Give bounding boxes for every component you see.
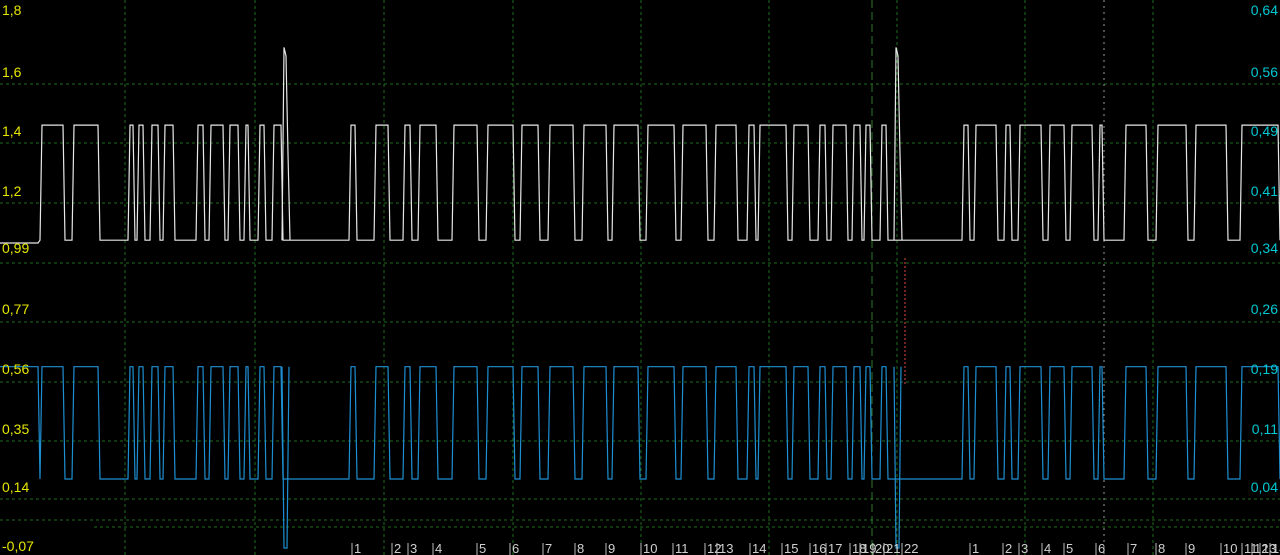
x-marker-label: 5	[479, 541, 486, 555]
right-axis-tick-label: 0,04	[1251, 479, 1278, 495]
x-marker-label: 3	[1021, 541, 1028, 555]
right-axis-tick-label: 0,49	[1251, 123, 1278, 139]
left-axis-tick-label: 0,35	[2, 421, 29, 437]
left-axis-tick-label: 1,8	[2, 2, 22, 18]
left-axis-tick-label: 1,2	[2, 183, 22, 199]
left-axis-tick-label: 1,6	[2, 64, 22, 80]
x-marker-label: 9	[1188, 541, 1195, 555]
right-axis-tick-label: 0,34	[1251, 240, 1278, 256]
right-axis: 0,64 0,56 0,49 0,41 0,34 0,26 0,19 0,11 0,04	[1251, 2, 1278, 495]
x-marker-label: 15	[784, 541, 798, 555]
x-marker-label: 1	[354, 541, 361, 555]
x-marker-label: 17	[828, 541, 842, 555]
oscilloscope-chart: 1,8 1,6 1,4 1,2 0,99 0,77 0,56 0,35 0,14 -0,07 0,…	[0, 0, 1280, 555]
x-marker-label: 16	[812, 541, 826, 555]
x-marker-label: 7	[545, 541, 552, 555]
x-marker-label: 14	[1272, 541, 1280, 555]
x-marker-label: 4	[435, 541, 442, 555]
left-axis-tick-label: 0,99	[2, 240, 29, 256]
right-axis-tick-label: 0,11	[1252, 421, 1278, 437]
x-marker-label: 7	[1130, 541, 1137, 555]
x-marker-label: 1	[972, 541, 979, 555]
x-marker-label: 8	[577, 541, 584, 555]
x-marker-label: 14	[752, 541, 766, 555]
right-axis-tick-label: 0,26	[1251, 301, 1278, 317]
left-axis-tick-label: 0,77	[2, 301, 29, 317]
x-marker-label: 5	[1066, 541, 1073, 555]
left-axis-tick-label: 0,56	[2, 361, 29, 377]
x-marker-label: 6	[1098, 541, 1105, 555]
right-axis-tick-label: 0,41	[1251, 183, 1278, 199]
x-marker-label: 6	[512, 541, 519, 555]
x-marker-label: 8	[1158, 541, 1165, 555]
x-marker-label: 21	[886, 541, 900, 555]
x-marker-label: 10	[1223, 541, 1237, 555]
right-axis-tick-label: 0,64	[1251, 2, 1278, 18]
x-marker-label: 2	[1005, 541, 1012, 555]
left-axis-tick-label: 1,4	[2, 123, 22, 139]
x-marker-label: 4	[1044, 541, 1051, 555]
right-axis-tick-label: 0,19	[1251, 361, 1278, 377]
left-axis-tick-label: -0,07	[2, 538, 34, 554]
x-marker-label: 22	[904, 541, 918, 555]
x-marker-label: 2	[394, 541, 401, 555]
x-marker-label: 3	[410, 541, 417, 555]
left-axis-tick-label: 0,14	[2, 479, 29, 495]
x-marker-label: 9	[608, 541, 615, 555]
x-marker-label: 11	[675, 541, 689, 555]
x-marker-label: 10	[643, 541, 657, 555]
x-marker-label: 13	[719, 541, 733, 555]
right-axis-tick-label: 0,56	[1251, 64, 1278, 80]
